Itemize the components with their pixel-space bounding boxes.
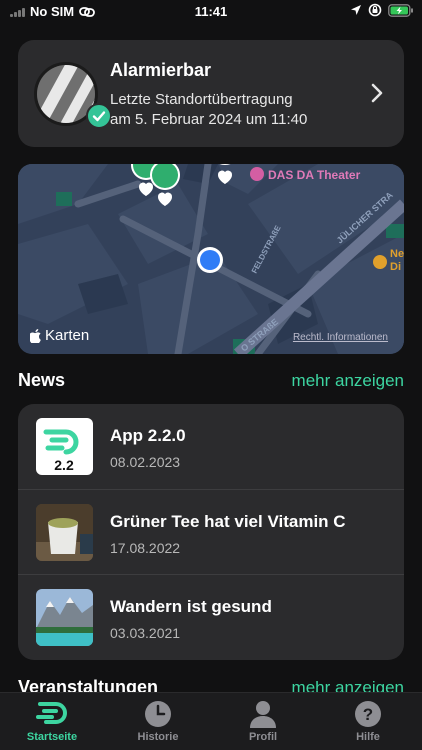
news-item-tea[interactable]: Grüner Tee hat viel Vitamin C 17.08.2022 [18,489,404,574]
mountain-photo-thumbnail [36,589,93,646]
news-more-link[interactable]: mehr anzeigen [292,371,404,391]
tab-profil[interactable]: Profil [223,699,303,743]
tea-photo-thumbnail [36,504,93,561]
logo-icon [12,699,92,729]
tab-label: Historie [137,731,179,743]
map-canvas: FELDSTRAßE JÜLICHER STRA O STRAßE DAS DA… [18,164,404,354]
news-list: 2.2 App 2.2.0 08.02.2023 Grüner Tee hat … [18,404,404,660]
poi-label-partial: Ne [390,248,404,260]
app-version-badge: 2.2 [54,457,74,473]
tab-label: Startseite [26,731,78,743]
news-item-app[interactable]: 2.2 App 2.2.0 08.02.2023 [18,404,404,489]
person-icon [223,699,303,729]
tab-label: Hilfe [356,731,380,743]
battery-icon [388,3,413,17]
alarm-status-card[interactable]: Alarmierbar Letzte Standortübertragung a… [18,40,404,147]
orientation-lock-icon [368,3,382,17]
tab-bar: Startseite Historie Profil ? Hilfe [0,692,422,750]
poi-icon[interactable] [373,255,387,269]
tab-startseite[interactable]: Startseite [12,699,92,743]
check-badge-icon [86,103,112,129]
alarm-subtitle-line2: am 5. Februar 2024 um 11:40 [110,111,308,128]
svg-text:?: ? [363,705,373,724]
app-logo-thumbnail: 2.2 [36,418,93,475]
news-item-date: 17.08.2022 [110,540,181,556]
chevron-right-icon [371,83,383,103]
news-item-date: 08.02.2023 [110,454,181,470]
map-attribution: Karten [30,327,89,344]
location-arrow-icon [351,5,361,15]
news-item-title: Grüner Tee hat viel Vitamin C [110,512,346,531]
location-map[interactable]: FELDSTRAßE JÜLICHER STRA O STRAßE DAS DA… [18,164,404,354]
poi-label-partial-2: Di [390,261,401,273]
map-attribution-label: Karten [45,327,90,344]
status-right [350,3,414,17]
map-legal-link[interactable]: Rechtl. Informationen [293,332,388,343]
alarm-subtitle: Letzte Standortübertragung am 5. Februar… [110,90,370,130]
news-heading: News [18,370,66,390]
help-icon: ? [328,699,408,729]
tab-historie[interactable]: Historie [118,699,198,743]
clock-icon [118,699,198,729]
app-screen: No SIM 11:41 Alarmierbar Letzte Standort… [0,0,422,750]
theater-icon[interactable] [250,167,264,181]
tab-hilfe[interactable]: ? Hilfe [328,699,408,743]
alarm-title: Alarmierbar [110,60,212,80]
news-item-date: 03.03.2021 [110,625,181,641]
status-bar: No SIM 11:41 [0,0,422,24]
news-item-title: Wandern ist gesund [110,597,272,616]
news-item-hiking[interactable]: Wandern ist gesund 03.03.2021 [18,574,404,659]
apple-logo-icon [30,328,41,343]
poi-label-theater: DAS DA Theater [268,168,361,182]
news-item-title: App 2.2.0 [110,426,186,445]
alarm-subtitle-line1: Letzte Standortübertragung [110,91,293,108]
tab-label: Profil [248,731,278,743]
